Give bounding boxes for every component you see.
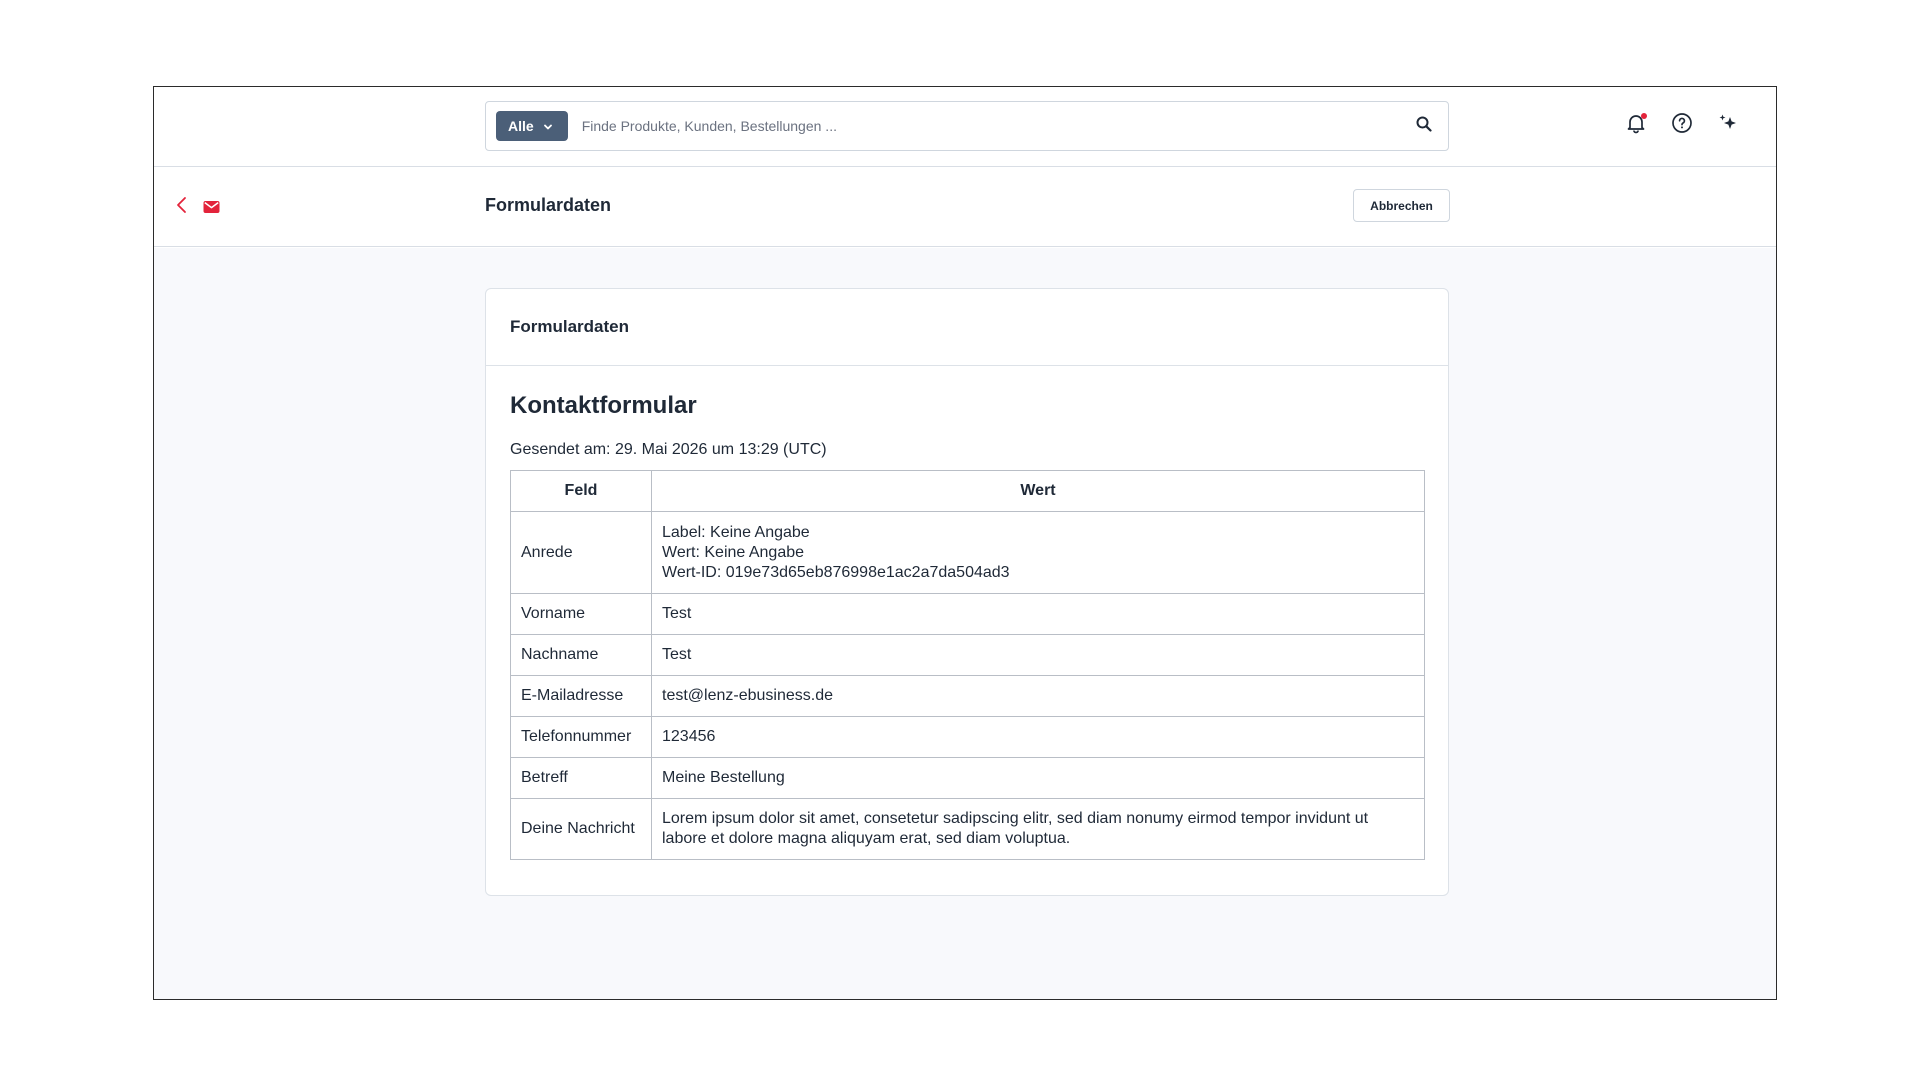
field-name: Anrede <box>510 511 652 594</box>
field-value: Meine Bestellung <box>651 757 1425 799</box>
help-button[interactable] <box>1670 112 1694 139</box>
column-header-field: Feld <box>510 470 652 512</box>
sparkles-icon <box>1717 112 1739 139</box>
help-icon <box>1671 112 1693 139</box>
card-header: Formulardaten <box>486 289 1448 366</box>
field-value: test@lenz-ebusiness.de <box>651 675 1425 717</box>
field-value: Test <box>651 634 1425 676</box>
mail-icon <box>202 198 220 216</box>
field-name: Vorname <box>510 593 652 635</box>
chevron-down-icon <box>542 120 554 132</box>
top-bar: Alle <box>154 87 1776 167</box>
field-name: Telefonnummer <box>510 716 652 758</box>
table-row: Nachname Test <box>510 634 1425 676</box>
table-row: Anrede Label: Keine Angabe Wert: Keine A… <box>510 511 1425 594</box>
field-name: Deine Nachricht <box>510 798 652 860</box>
search-scope-dropdown[interactable]: Alle <box>496 111 568 141</box>
form-data-card: Formulardaten Kontaktformular Gesendet a… <box>485 288 1449 896</box>
page-title: Formulardaten <box>485 195 612 215</box>
table-row: Betreff Meine Bestellung <box>510 757 1425 799</box>
main-content: Formulardaten Kontaktformular Gesendet a… <box>154 248 1776 999</box>
card-title: Formulardaten <box>510 317 630 336</box>
global-search: Alle <box>485 101 1449 151</box>
notifications-button[interactable] <box>1624 113 1648 137</box>
field-name: E-Mailadresse <box>510 675 652 717</box>
value-line: Wert-ID: 019e73d65eb876998e1ac2a7da504ad… <box>662 563 1010 581</box>
form-data-table: Feld Wert Anrede Label: Keine Angabe Wer… <box>510 470 1425 860</box>
search-icon <box>1415 115 1433 138</box>
top-actions <box>1624 112 1740 139</box>
column-header-value: Wert <box>651 470 1425 512</box>
page-header: Formulardaten Abbrechen <box>154 167 1776 247</box>
cancel-button[interactable]: Abbrechen <box>1353 189 1450 222</box>
field-name: Betreff <box>510 757 652 799</box>
card-body: Kontaktformular Gesendet am: 29. Mai 202… <box>486 366 1448 860</box>
search-input[interactable] <box>581 102 1400 150</box>
table-row: E-Mailadresse test@lenz-ebusiness.de <box>510 675 1425 717</box>
chevron-left-icon <box>175 195 189 220</box>
app-window: Alle Finde Produkte, Kunden, Bestellunge… <box>153 86 1777 1000</box>
search-button[interactable] <box>1400 102 1448 150</box>
field-value: Lorem ipsum dolor sit amet, consetetur s… <box>651 798 1425 860</box>
field-value: Test <box>651 593 1425 635</box>
form-heading: Kontaktformular <box>510 392 697 419</box>
value-line: Label: Keine Angabe <box>662 523 810 541</box>
ai-assistant-button[interactable] <box>1716 113 1740 137</box>
table-row: Deine Nachricht Lorem ipsum dolor sit am… <box>510 798 1425 860</box>
field-value: Label: Keine Angabe Wert: Keine Angabe W… <box>651 511 1425 594</box>
field-value: 123456 <box>651 716 1425 758</box>
table-row: Telefonnummer 123456 <box>510 716 1425 758</box>
table-row: Vorname Test <box>510 593 1425 635</box>
back-button[interactable] <box>172 195 192 219</box>
table-header-row: Feld Wert <box>510 470 1425 512</box>
search-scope-label: Alle <box>508 118 534 134</box>
sent-at-text: Gesendet am: 29. Mai 2026 um 13:29 (UTC) <box>510 441 827 458</box>
value-line: Wert: Keine Angabe <box>662 543 805 561</box>
notification-dot <box>1641 113 1647 119</box>
field-name: Nachname <box>510 634 652 676</box>
